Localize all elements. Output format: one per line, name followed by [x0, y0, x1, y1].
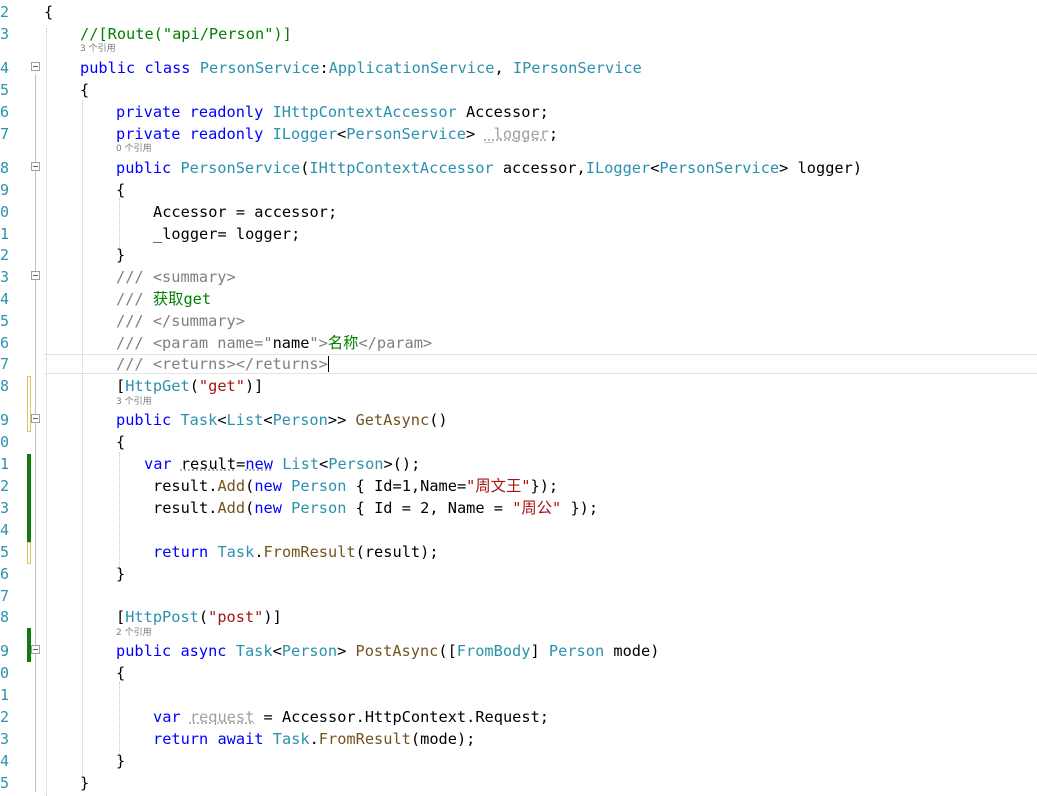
line-number: 1: [0, 225, 10, 243]
line-number: 1: [0, 455, 10, 473]
line-number: 0: [0, 203, 10, 221]
line-number: 4: [0, 290, 10, 308]
line-number: 2: [0, 246, 10, 264]
code-text: _logger= logger;: [153, 225, 301, 243]
line-number: 5: [0, 774, 10, 792]
line-number: 8: [0, 159, 10, 177]
line-number: 5: [0, 543, 10, 561]
line-number: 6: [0, 565, 10, 583]
code-text: return Task.FromResult(result);: [153, 543, 439, 561]
code-text: public PersonService(IHttpContextAccesso…: [116, 159, 863, 177]
line-number: 8: [0, 377, 10, 395]
codelens-references[interactable]: 2 个引用: [116, 628, 152, 638]
line-number: 9: [0, 411, 10, 429]
code-text: {: [116, 181, 126, 199]
code-text: var request = Accessor.HttpContext.Reque…: [153, 708, 550, 726]
indent-guide: [119, 682, 120, 760]
line-number: 3: [0, 25, 10, 43]
line-number: 7: [0, 587, 10, 605]
indent-guide: [119, 452, 120, 572]
code-text: Accessor = accessor;: [153, 203, 338, 221]
collapse-toggle[interactable]: [31, 414, 40, 423]
collapse-toggle[interactable]: [31, 645, 40, 654]
code-text: public Task<List<Person>> GetAsync(): [116, 411, 448, 429]
line-number: 3: [0, 499, 10, 517]
line-number: 2: [0, 708, 10, 726]
code-text: }: [116, 565, 126, 583]
code-text: }: [116, 752, 126, 770]
code-editor[interactable]: 3 个引用 0 个引用 3 个引用 2 个引用 2 { 3 //[Route("…: [0, 0, 1037, 796]
change-marker-unsaved: [27, 376, 31, 432]
code-text: private readonly ILogger<PersonService> …: [116, 125, 559, 143]
line-number: 4: [0, 752, 10, 770]
code-text: var result=new List<Person>();: [144, 455, 421, 473]
indent-guide: [46, 28, 47, 796]
line-number: 9: [0, 181, 10, 199]
line-number: 6: [0, 103, 10, 121]
code-text: {: [116, 664, 126, 682]
collapse-toggle[interactable]: [31, 162, 40, 171]
code-text: return await Task.FromResult(mode);: [153, 730, 476, 748]
line-number: 2: [0, 477, 10, 495]
codelens-references[interactable]: 0 个引用: [116, 144, 152, 154]
code-text: [HttpPost("post")]: [116, 608, 282, 626]
text-caret: [327, 356, 329, 372]
code-text: {: [116, 433, 126, 451]
code-text: result.Add(new Person { Id=1,Name="周文王"}…: [153, 477, 559, 495]
code-text: [HttpGet("get")]: [116, 377, 264, 395]
indent-guide: [82, 100, 83, 782]
collapse-toggle[interactable]: [31, 62, 40, 71]
code-text: }: [80, 774, 90, 792]
line-number: 8: [0, 608, 10, 626]
line-number: 4: [0, 59, 10, 77]
codelens-references[interactable]: 3 个引用: [116, 397, 152, 407]
line-number: 7: [0, 355, 10, 373]
line-number: 3: [0, 730, 10, 748]
code-text: {: [44, 3, 54, 21]
line-number: 0: [0, 433, 10, 451]
line-number: 5: [0, 312, 10, 330]
code-text: /// <param name="name">名称</param>: [116, 334, 433, 352]
codelens-references[interactable]: 3 个引用: [80, 44, 116, 54]
collapse-toggle[interactable]: [31, 271, 40, 280]
fold-outline: [35, 74, 36, 792]
line-number: 0: [0, 664, 10, 682]
line-number: 3: [0, 268, 10, 286]
line-number: 9: [0, 642, 10, 660]
code-text: /// <summary>: [116, 268, 236, 286]
code-text: result.Add(new Person { Id = 2, Name = "…: [153, 499, 599, 517]
code-text: private readonly IHttpContextAccessor Ac…: [116, 103, 549, 121]
indent-guide: [119, 198, 120, 252]
code-text: //[Route("api/Person")]: [80, 25, 292, 43]
change-marker-unsaved: [27, 542, 31, 564]
line-number: 6: [0, 334, 10, 352]
line-number: 5: [0, 81, 10, 99]
code-text: /// <returns></returns>: [116, 355, 329, 373]
code-text: public async Task<Person> PostAsync([Fro…: [116, 642, 660, 660]
code-text: public class PersonService:ApplicationSe…: [80, 59, 642, 77]
code-text: /// </summary>: [116, 312, 245, 330]
code-text: /// 获取get: [116, 290, 212, 308]
line-number: 4: [0, 521, 10, 539]
code-text: {: [80, 81, 90, 99]
change-marker-saved: [27, 454, 31, 542]
line-number: 1: [0, 686, 10, 704]
code-text: }: [116, 246, 126, 264]
line-number: 7: [0, 125, 10, 143]
line-number: 2: [0, 3, 10, 21]
